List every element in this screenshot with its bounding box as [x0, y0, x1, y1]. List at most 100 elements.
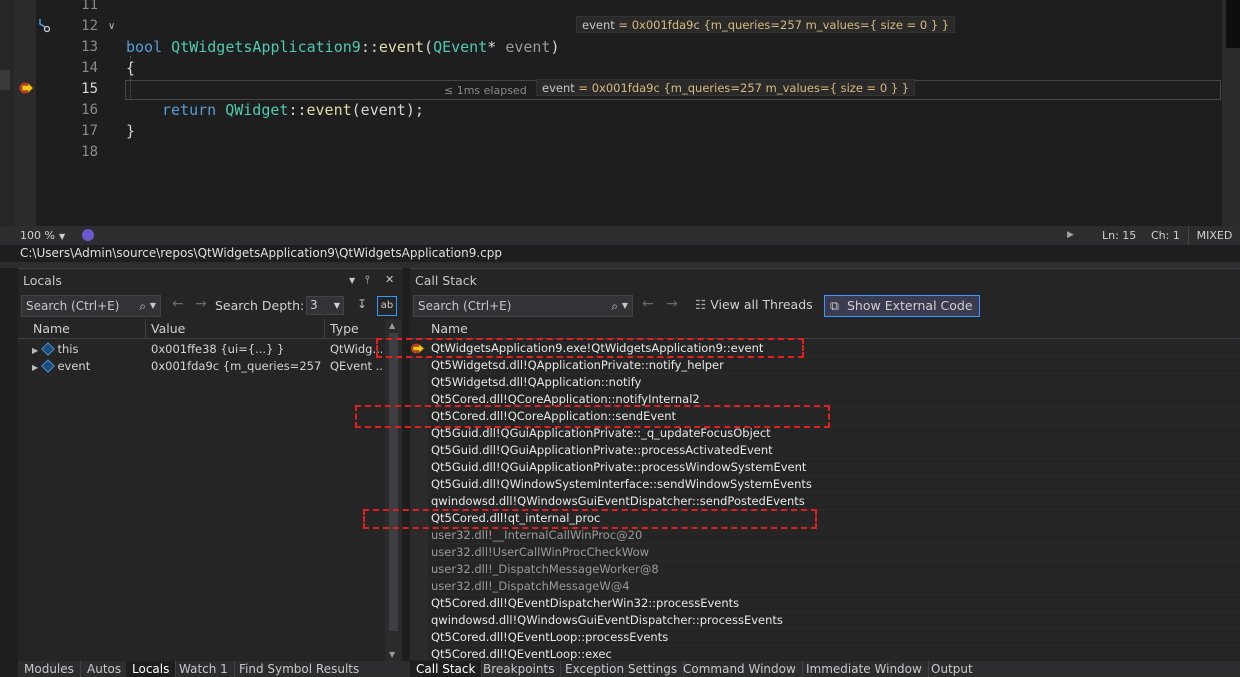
locals-row[interactable]: ▶ this 0x001ffe38 {ui={...} } QtWidg...	[18, 341, 385, 358]
bottom-tabbar-right: Call Stack Breakpoints Exception Setting…	[410, 661, 1240, 677]
search-forward-icon[interactable]: →	[195, 296, 207, 312]
column-value[interactable]: Value	[146, 319, 325, 339]
stack-frame[interactable]: Qt5Cored.dll!QEventDispatcherWin32::proc…	[410, 595, 1240, 612]
search-icon[interactable]: ⌕	[611, 296, 618, 316]
stack-frame[interactable]: Qt5Guid.dll!QGuiApplicationPrivate::proc…	[410, 459, 1240, 476]
stack-frame[interactable]: Qt5Guid.dll!QGuiApplicationPrivate::_q_u…	[410, 425, 1240, 442]
column-indicator[interactable]: Ch: 1	[1151, 226, 1180, 245]
file-path: C:\Users\Admin\source\repos\QtWidgetsApp…	[0, 245, 1240, 262]
datatip-name: event	[582, 18, 615, 32]
stack-frame-external[interactable]: user32.dll!__InternalCallWinProc@20	[410, 527, 1240, 544]
scrollbar-thumb[interactable]	[1226, 0, 1240, 48]
view-all-threads-label: View all Threads	[710, 297, 813, 312]
pin-watch-icon[interactable]: ↧	[357, 297, 367, 311]
local-name: this	[57, 342, 79, 356]
line-indicator[interactable]: Ln: 15	[1102, 226, 1136, 245]
open-brace: {	[126, 59, 136, 77]
stack-frame[interactable]: Qt5Cored.dll!QCoreApplication::sendEvent	[410, 408, 1240, 425]
zoom-dropdown[interactable]: 100 % ▼	[20, 226, 65, 246]
datatip-value: = 0x001fda9c {m_queries=257 m_values={ s…	[614, 18, 950, 32]
frame-label: Qt5Cored.dll!QCoreApplication::notifyInt…	[431, 392, 700, 406]
dropdown-arrow-icon[interactable]: ▼	[622, 296, 628, 316]
search-back-icon[interactable]: ←	[642, 296, 654, 312]
expand-arrow-icon[interactable]: ▶	[32, 363, 38, 372]
code-line-13[interactable]: {	[36, 37, 1220, 77]
locals-vertical-scrollbar[interactable]: ▲ ▼	[385, 319, 402, 661]
frame-label: Qt5Guid.dll!QGuiApplicationPrivate::proc…	[431, 460, 807, 474]
local-type: QEvent ...	[330, 359, 382, 373]
object-icon	[41, 342, 55, 356]
stack-frame[interactable]: Qt5Guid.dll!QGuiApplicationPrivate::proc…	[410, 442, 1240, 459]
scroll-right-arrow-icon[interactable]: ▶	[1067, 226, 1074, 245]
stack-frame[interactable]: Qt5Widgetsd.dll!QApplicationPrivate::not…	[410, 357, 1240, 374]
tab-find-symbol-results[interactable]: Find Symbol Results	[233, 661, 365, 677]
frame-label: user32.dll!__InternalCallWinProc@20	[431, 528, 643, 542]
code-line-16[interactable]: }	[36, 100, 1220, 140]
tab-command-window[interactable]: Command Window	[677, 661, 803, 677]
tab-watch-1[interactable]: Watch 1	[173, 661, 235, 677]
hex-display-icon[interactable]: ab	[377, 296, 397, 316]
datatip-line-12[interactable]: event = 0x001fda9c {m_queries=257 m_valu…	[576, 16, 956, 33]
stack-frame-external[interactable]: user32.dll!_DispatchMessageW@4	[410, 578, 1240, 595]
tab-exception-settings[interactable]: Exception Settings	[559, 661, 685, 677]
pin-icon[interactable]: ⫯	[365, 273, 370, 287]
show-external-code-button[interactable]: ⧉ Show External Code	[824, 295, 980, 317]
stack-frame-current[interactable]: QtWidgetsApplication9.exe!QtWidgetsAppli…	[410, 340, 1240, 357]
dropdown-arrow-icon: ▼	[58, 232, 66, 241]
close-brace: }	[126, 122, 136, 140]
locals-search-input[interactable]: Search (Ctrl+E) ⌕ ▼	[21, 295, 161, 317]
glyph-margin[interactable]	[14, 0, 36, 226]
search-depth-dropdown[interactable]: 3 ▼	[306, 296, 344, 315]
stack-frame-external[interactable]: user32.dll!UserCallWinProcCheckWow	[410, 544, 1240, 561]
show-external-code-label: Show External Code	[847, 298, 973, 313]
scroll-down-arrow-icon[interactable]: ▼	[389, 650, 395, 659]
view-all-threads-button[interactable]: ☷ View all Threads	[695, 295, 813, 317]
editor-vertical-scrollbar[interactable]	[1222, 0, 1240, 226]
intellicode-icon[interactable]	[82, 229, 94, 241]
callstack-frames: QtWidgetsApplication9.exe!QtWidgetsAppli…	[410, 340, 1240, 663]
frame-label: Qt5Cored.dll!QEventLoop::processEvents	[431, 630, 669, 644]
callstack-search-input[interactable]: Search (Ctrl+E) ⌕ ▼	[413, 295, 633, 317]
stack-frame-external[interactable]: user32.dll!_DispatchMessageWorker@8	[410, 561, 1240, 578]
frame-label: qwindowsd.dll!QWindowsGuiEventDispatcher…	[431, 494, 805, 508]
stack-frame[interactable]: qwindowsd.dll!QWindowsGuiEventDispatcher…	[410, 493, 1240, 510]
stack-frame[interactable]: Qt5Widgetsd.dll!QApplication::notify	[410, 374, 1240, 391]
tab-call-stack[interactable]: Call Stack	[410, 661, 483, 677]
stack-frame[interactable]: Qt5Cored.dll!QCoreApplication::notifyInt…	[410, 391, 1240, 408]
window-position-dropdown-icon[interactable]: ▼	[349, 276, 355, 285]
search-icon[interactable]: ⌕	[139, 296, 146, 316]
column-name[interactable]: Name	[410, 319, 1240, 339]
locals-panel: Locals ▼ ⫯ ✕ Search (Ctrl+E) ⌕ ▼ ← → Sea…	[18, 268, 402, 677]
object-icon	[41, 359, 55, 373]
local-value[interactable]: 0x001ffe38 {ui={...} }	[151, 341, 323, 358]
local-value[interactable]: 0x001fda9c {m_queries=257 m_...	[151, 358, 323, 375]
tab-breakpoints[interactable]: Breakpoints	[477, 661, 562, 677]
search-back-icon[interactable]: ←	[172, 296, 184, 312]
expand-arrow-icon[interactable]: ▶	[32, 346, 38, 355]
search-forward-icon[interactable]: →	[666, 296, 678, 312]
dropdown-arrow-icon[interactable]: ▼	[150, 296, 156, 316]
stack-frame[interactable]: qwindowsd.dll!QWindowsGuiEventDispatcher…	[410, 612, 1240, 629]
code-editor[interactable]: 11 12 13 14 15 16 17 18 ∨ bool QtWidgets…	[0, 0, 1240, 226]
scrollbar-thumb[interactable]	[389, 333, 398, 631]
stack-frame[interactable]: Qt5Cored.dll!QEventLoop::processEvents	[410, 629, 1240, 646]
perf-tip[interactable]: ≤ 1ms elapsed	[444, 84, 527, 97]
locals-row[interactable]: ▶ event 0x001fda9c {m_queries=257 m_... …	[18, 358, 385, 375]
tab-locals[interactable]: Locals	[126, 661, 177, 677]
tab-autos[interactable]: Autos	[81, 661, 129, 677]
column-type[interactable]: Type	[325, 319, 385, 339]
stack-frame[interactable]: Qt5Guid.dll!QWindowSystemInterface::send…	[410, 476, 1240, 493]
frame-label: Qt5Cored.dll!QEventDispatcherWin32::proc…	[431, 596, 740, 610]
tab-modules[interactable]: Modules	[18, 661, 81, 677]
line-ending-mode[interactable]: MIXED	[1188, 226, 1240, 245]
column-name[interactable]: Name	[18, 319, 146, 339]
stack-frame[interactable]: Qt5Cored.dll!qt_internal_proc	[410, 510, 1240, 527]
close-icon[interactable]: ✕	[385, 273, 394, 286]
frame-label: Qt5Cored.dll!qt_internal_proc	[431, 511, 601, 525]
editor-horizontal-scrollbar[interactable]	[100, 230, 1060, 241]
frame-label: Qt5Guid.dll!QGuiApplicationPrivate::proc…	[431, 443, 773, 457]
tab-output[interactable]: Output	[925, 661, 979, 677]
scroll-up-arrow-icon[interactable]: ▲	[389, 321, 395, 330]
tab-immediate-window[interactable]: Immediate Window	[800, 661, 929, 677]
datatip-line-15[interactable]: event = 0x001fda9c {m_queries=257 m_valu…	[536, 79, 916, 96]
